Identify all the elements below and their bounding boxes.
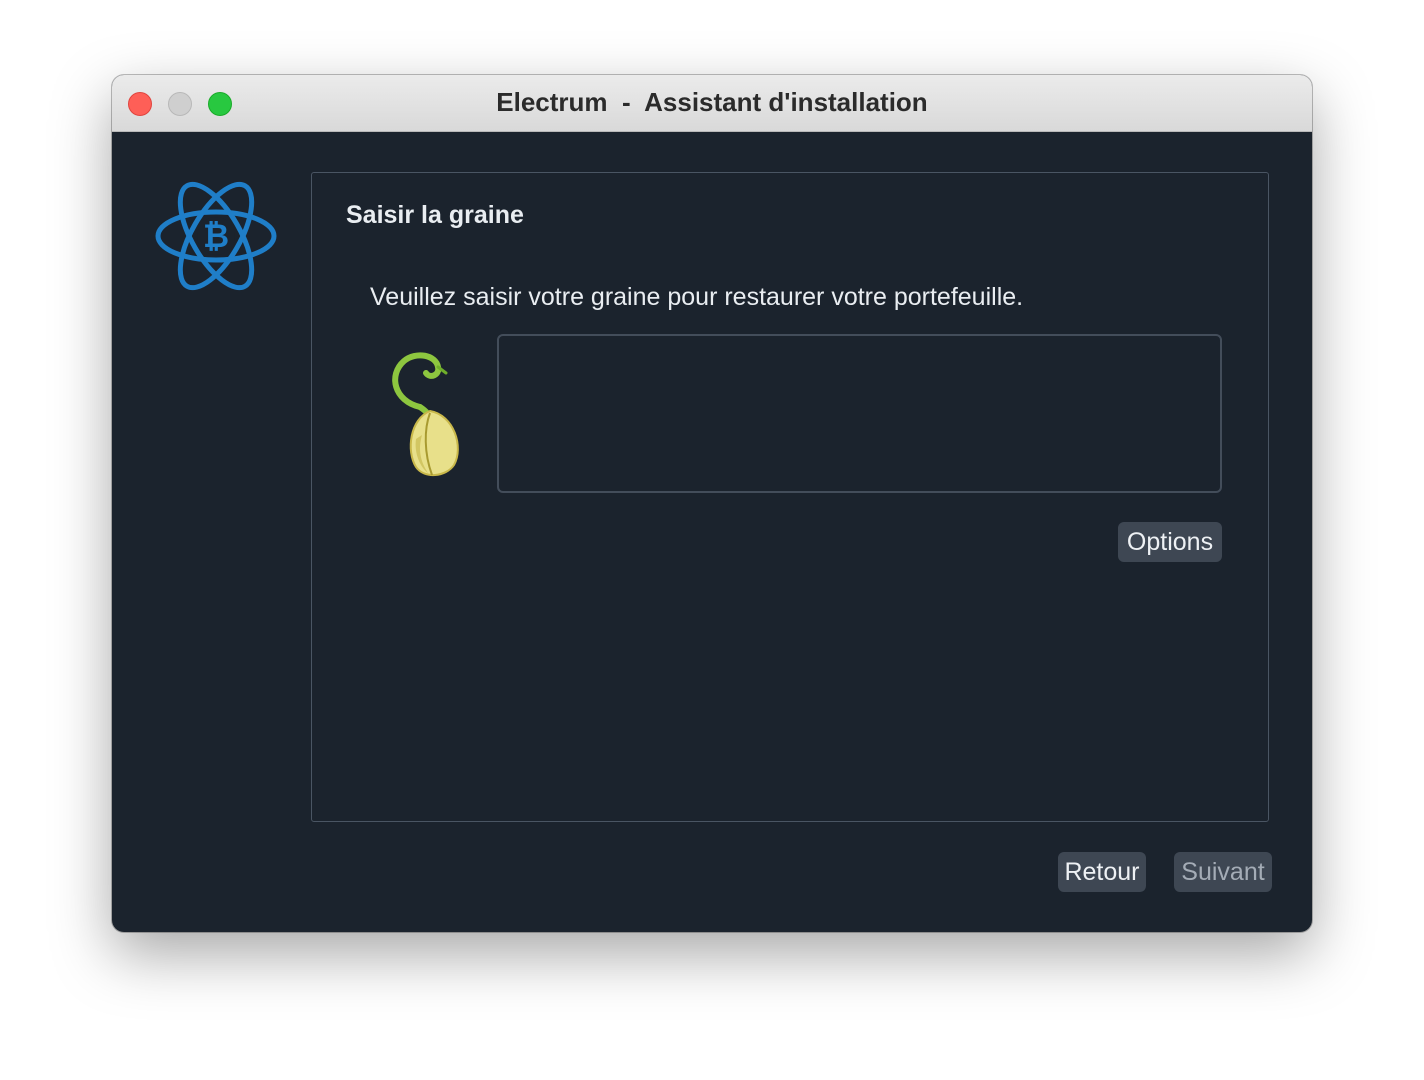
seed-input[interactable] <box>497 334 1222 493</box>
panel-message: Veuillez saisir votre graine pour restau… <box>370 283 1024 311</box>
options-button[interactable]: Options <box>1118 522 1222 562</box>
title-bar[interactable]: Electrum - Assistant d'installation <box>112 75 1312 132</box>
back-button[interactable]: Retour <box>1058 852 1146 892</box>
electrum-bitcoin-logo-icon: ₿ <box>155 181 277 291</box>
seed-panel: Saisir la graine Veuillez saisir votre g… <box>311 172 1269 822</box>
next-button[interactable]: Suivant <box>1174 852 1272 892</box>
window-title: Electrum - Assistant d'installation <box>496 87 928 117</box>
svg-text:₿: ₿ <box>203 217 229 255</box>
panel-title: Saisir la graine <box>346 201 524 229</box>
seed-sprout-icon <box>392 352 459 476</box>
app-window: Electrum - Assistant d'installation ₿ Sa… <box>112 75 1312 932</box>
